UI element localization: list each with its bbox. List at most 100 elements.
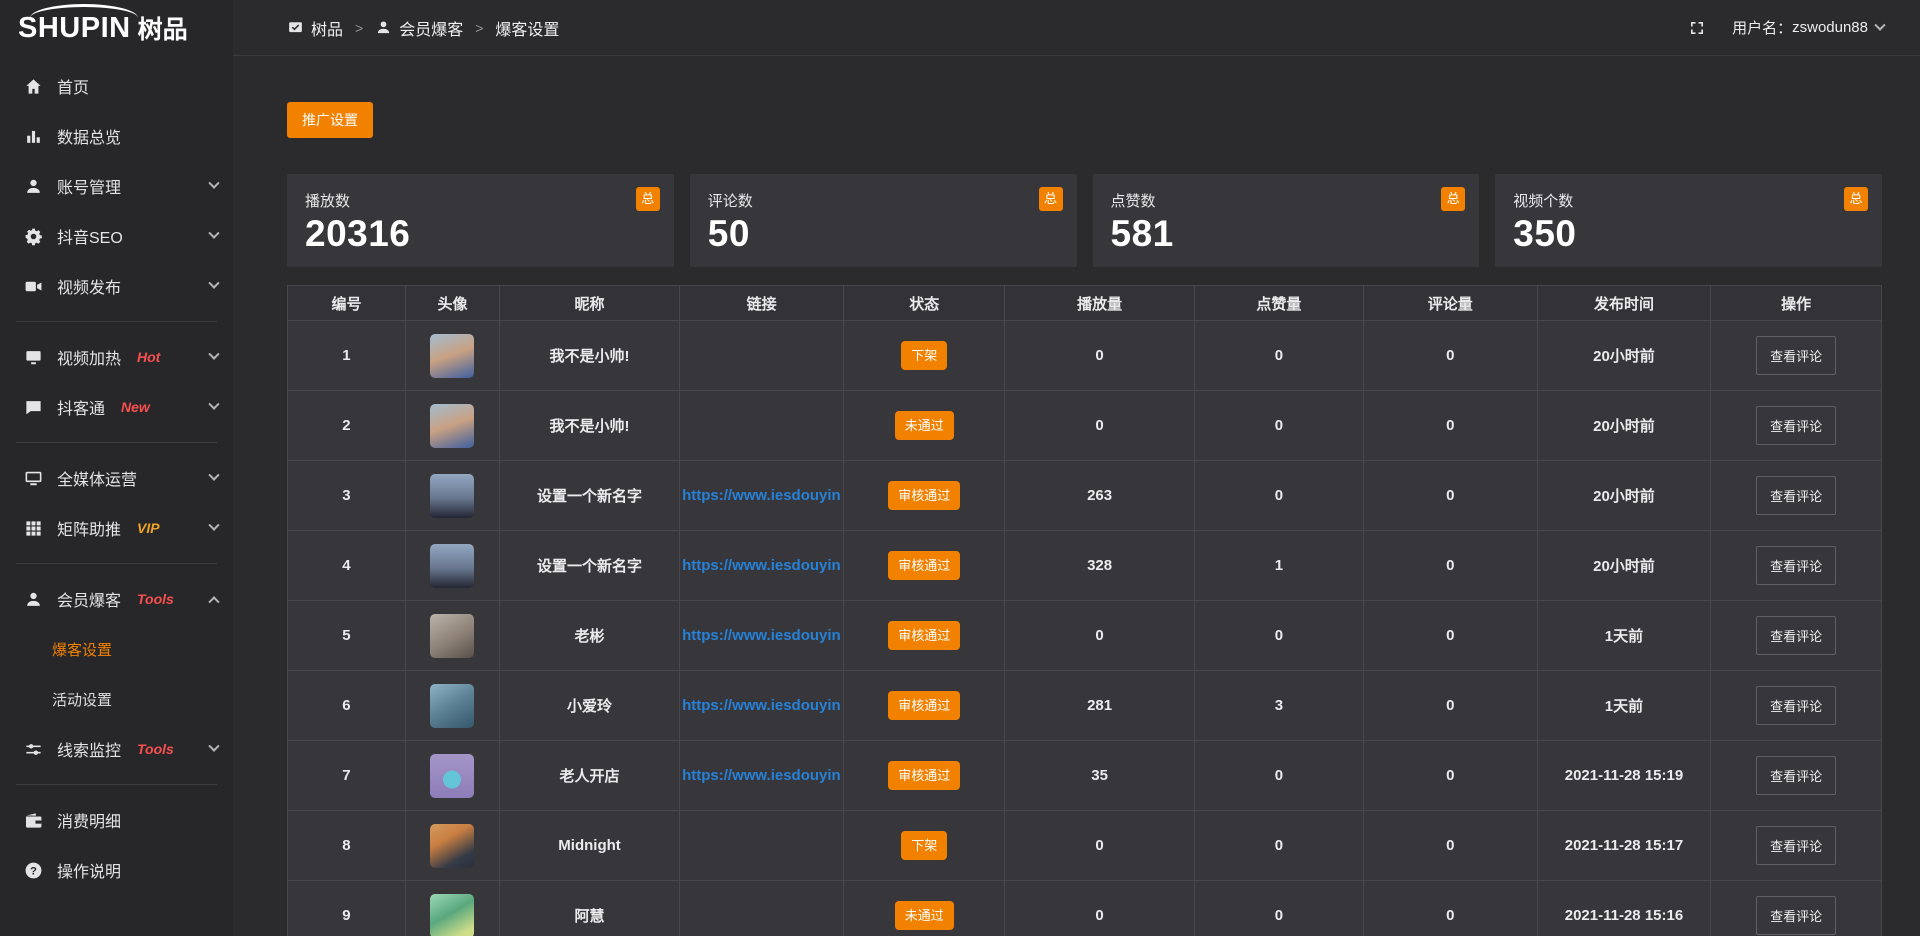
view-comments-button[interactable]: 查看评论 xyxy=(1756,686,1836,725)
cell-nickname: 我不是小帅! xyxy=(499,391,679,461)
avatar xyxy=(430,474,474,518)
cell-action: 查看评论 xyxy=(1711,741,1882,811)
sidebar-item-操作说明[interactable]: ?操作说明 xyxy=(0,845,233,895)
cell-status: 审核通过 xyxy=(844,601,1005,671)
cell-link: https://www.iesdouyin.c xyxy=(680,741,844,811)
stat-card-评论数: 评论数50总 xyxy=(690,174,1077,267)
breadcrumb-item-爆客设置: 爆客设置 xyxy=(495,16,559,40)
username-prefix: 用户名： xyxy=(1732,17,1792,38)
sidebar-item-线索监控[interactable]: 线索监控Tools xyxy=(0,724,233,774)
cell-likes: 0 xyxy=(1194,881,1363,936)
sidebar-subitem-活动设置[interactable]: 活动设置 xyxy=(0,674,233,724)
table-row: 5老彬https://www.iesdouyin.c审核通过0001天前查看评论 xyxy=(288,601,1882,671)
sidebar-item-全媒体运营[interactable]: 全媒体运营 xyxy=(0,453,233,503)
cell-link xyxy=(680,881,844,936)
cell-nickname: 小爱玲 xyxy=(499,671,679,741)
status-badge[interactable]: 下架 xyxy=(901,341,947,370)
sidebar-item-label: 会员爆客 xyxy=(57,587,121,611)
promo-settings-button[interactable]: 推广设置 xyxy=(287,102,373,138)
fullscreen-icon[interactable] xyxy=(1688,19,1706,37)
video-link[interactable]: https://www.iesdouyin.c xyxy=(682,627,841,644)
video-link[interactable]: https://www.iesdouyin.c xyxy=(682,767,841,784)
view-comments-button[interactable]: 查看评论 xyxy=(1756,476,1836,515)
cell-link: https://www.iesdouyin.c xyxy=(680,671,844,741)
cell-nickname: 我不是小帅! xyxy=(499,321,679,391)
topbar: 树品>会员爆客>爆客设置 用户名： zswodun88 xyxy=(233,0,1920,56)
cell-link: https://www.iesdouyin.c xyxy=(680,601,844,671)
stat-card-value: 20316 xyxy=(305,213,656,255)
cell-time: 1天前 xyxy=(1537,671,1711,741)
cell-status: 未通过 xyxy=(844,881,1005,936)
cell-number: 1 xyxy=(288,321,406,391)
view-comments-button[interactable]: 查看评论 xyxy=(1756,826,1836,865)
cell-likes: 0 xyxy=(1194,391,1363,461)
stat-card-total-badge: 总 xyxy=(1441,187,1465,211)
avatar xyxy=(430,684,474,728)
sidebar-item-视频发布[interactable]: 视频发布 xyxy=(0,261,233,311)
bar-chart-icon xyxy=(24,127,43,146)
sidebar-item-消费明细[interactable]: 消费明细 xyxy=(0,795,233,845)
view-comments-button[interactable]: 查看评论 xyxy=(1756,616,1836,655)
cell-comments: 0 xyxy=(1363,391,1537,461)
breadcrumb-item-树品[interactable]: 树品 xyxy=(287,16,343,40)
sidebar-item-label: 操作说明 xyxy=(57,858,121,882)
cell-number: 4 xyxy=(288,531,406,601)
view-comments-button[interactable]: 查看评论 xyxy=(1756,546,1836,585)
wallet-icon xyxy=(24,811,43,830)
breadcrumb-item-会员爆客[interactable]: 会员爆客 xyxy=(375,16,463,40)
user-icon xyxy=(24,177,43,196)
cell-action: 查看评论 xyxy=(1711,881,1882,936)
sidebar-item-会员爆客[interactable]: 会员爆客Tools xyxy=(0,574,233,624)
status-badge[interactable]: 审核通过 xyxy=(888,551,960,580)
cell-avatar xyxy=(405,601,499,671)
sidebar-item-数据总览[interactable]: 数据总览 xyxy=(0,111,233,161)
cell-action: 查看评论 xyxy=(1711,391,1882,461)
table-row: 9阿慧未通过0002021-11-28 15:16查看评论 xyxy=(288,881,1882,936)
sidebar-item-矩阵助推[interactable]: 矩阵助推VIP xyxy=(0,503,233,553)
sidebar-item-首页[interactable]: 首页 xyxy=(0,61,233,111)
cell-number: 8 xyxy=(288,811,406,881)
breadcrumb-separator: > xyxy=(475,20,483,36)
cell-avatar xyxy=(405,531,499,601)
chevron-down-icon xyxy=(208,178,219,189)
sidebar-item-label: 首页 xyxy=(57,74,89,98)
sidebar-item-视频加热[interactable]: 视频加热Hot xyxy=(0,332,233,382)
user-menu[interactable]: 用户名： zswodun88 xyxy=(1732,17,1884,38)
sidebar-item-抖音SEO[interactable]: 抖音SEO xyxy=(0,211,233,261)
cell-comments: 0 xyxy=(1363,671,1537,741)
username: zswodun88 xyxy=(1792,19,1868,36)
stat-card-total-badge: 总 xyxy=(636,187,660,211)
sidebar-subitem-label: 活动设置 xyxy=(52,689,112,710)
status-badge[interactable]: 审核通过 xyxy=(888,481,960,510)
video-link[interactable]: https://www.iesdouyin.c xyxy=(682,487,841,504)
status-badge[interactable]: 未通过 xyxy=(895,411,954,440)
video-link[interactable]: https://www.iesdouyin.c xyxy=(682,557,841,574)
view-comments-button[interactable]: 查看评论 xyxy=(1756,406,1836,445)
cell-plays: 281 xyxy=(1005,671,1195,741)
column-header-状态: 状态 xyxy=(844,286,1005,321)
sidebar-item-账号管理[interactable]: 账号管理 xyxy=(0,161,233,211)
view-comments-button[interactable]: 查看评论 xyxy=(1756,756,1836,795)
sidebar-item-抖客通[interactable]: 抖客通New xyxy=(0,382,233,432)
view-comments-button[interactable]: 查看评论 xyxy=(1756,336,1836,375)
cell-likes: 3 xyxy=(1194,671,1363,741)
cell-avatar xyxy=(405,391,499,461)
status-badge[interactable]: 审核通过 xyxy=(888,621,960,650)
sidebar-subitem-爆客设置[interactable]: 爆客设置 xyxy=(0,624,233,674)
video-link[interactable]: https://www.iesdouyin.c xyxy=(682,697,841,714)
status-badge[interactable]: 未通过 xyxy=(895,901,954,930)
status-badge[interactable]: 审核通过 xyxy=(888,691,960,720)
cell-plays: 0 xyxy=(1005,881,1195,936)
column-header-头像: 头像 xyxy=(405,286,499,321)
status-badge[interactable]: 下架 xyxy=(901,831,947,860)
cell-time: 20小时前 xyxy=(1537,321,1711,391)
status-badge[interactable]: 审核通过 xyxy=(888,761,960,790)
cell-nickname: Midnight xyxy=(499,811,679,881)
view-comments-button[interactable]: 查看评论 xyxy=(1756,896,1836,935)
table-row: 8Midnight下架0002021-11-28 15:17查看评论 xyxy=(288,811,1882,881)
chevron-down-icon xyxy=(208,228,219,239)
chevron-down-icon xyxy=(1874,19,1885,30)
sidebar-item-badge: Hot xyxy=(137,349,160,365)
cell-status: 下架 xyxy=(844,811,1005,881)
cell-time: 2021-11-28 15:16 xyxy=(1537,881,1711,936)
